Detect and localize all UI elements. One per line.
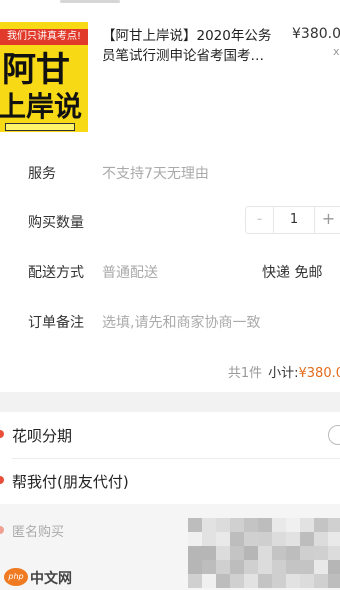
top-strip	[0, 0, 340, 8]
mosaic-tile	[216, 574, 230, 588]
mosaic-tile	[300, 546, 314, 560]
mosaic-tile	[286, 532, 300, 546]
payment-option-huabei[interactable]: 花呗分期	[0, 412, 340, 458]
mosaic-tile	[230, 546, 244, 560]
mosaic-tile	[314, 518, 328, 532]
note-input[interactable]: 选填,请先和商家协商一致	[102, 312, 260, 332]
payment-option-label: 帮我付(朋友代付)	[12, 473, 129, 491]
quantity-stepper[interactable]: - 1 +	[245, 206, 340, 234]
mosaic-tile	[202, 560, 216, 574]
payment-option-friend-pay[interactable]: 帮我付(朋友代付)	[0, 458, 340, 504]
radio-button[interactable]	[328, 425, 340, 445]
cover-line-1: 阿甘	[2, 50, 70, 90]
mosaic-tile	[300, 560, 314, 574]
mosaic-tile	[300, 532, 314, 546]
service-label: 服务	[28, 166, 56, 182]
blurred-mosaic-region	[188, 518, 340, 590]
subtotal-amount: ¥380.0	[298, 366, 340, 381]
mosaic-tile	[286, 518, 300, 532]
bullet-icon	[0, 526, 4, 534]
mosaic-tile	[314, 574, 328, 588]
mosaic-tile	[328, 574, 340, 588]
product-price: ¥380.0	[292, 26, 340, 42]
mosaic-tile	[244, 532, 258, 546]
mosaic-tile	[328, 518, 340, 532]
php-logo-icon: php	[4, 568, 28, 586]
order-card: 我们只讲真考点! 阿甘 上岸说 【阿甘上岸说】2020年公务员笔试行测申论省考国…	[0, 0, 340, 392]
mosaic-tile	[216, 518, 230, 532]
mosaic-tile	[300, 518, 314, 532]
subtotal-label: 小计:	[268, 366, 299, 381]
mosaic-tile	[202, 546, 216, 560]
mosaic-tile	[272, 546, 286, 560]
mosaic-tile	[272, 518, 286, 532]
mosaic-tile	[286, 546, 300, 560]
mosaic-tile	[272, 574, 286, 588]
payment-options: 花呗分期 帮我付(朋友代付)	[0, 412, 340, 504]
mosaic-tile	[216, 560, 230, 574]
quantity-minus-button[interactable]: -	[246, 207, 274, 233]
mosaic-tile	[188, 560, 202, 574]
order-summary: 共1件 小计:¥380.0	[228, 362, 340, 381]
mosaic-tile	[230, 560, 244, 574]
mosaic-tile	[188, 574, 202, 588]
mosaic-tile	[244, 574, 258, 588]
mosaic-tile	[258, 560, 272, 574]
mosaic-tile	[258, 532, 272, 546]
mosaic-tile	[230, 574, 244, 588]
quantity-plus-button[interactable]: +	[314, 207, 340, 233]
payment-option-label: 花呗分期	[12, 427, 73, 445]
shipping-fee: 快递 免邮	[262, 265, 323, 281]
cover-banner: 我们只讲真考点!	[0, 29, 88, 45]
note-label: 订单备注	[28, 315, 84, 331]
bullet-icon	[0, 476, 4, 484]
cover-line-2: 上岸说	[0, 90, 83, 123]
mosaic-tile	[272, 532, 286, 546]
product-cover-image[interactable]: 我们只讲真考点! 阿甘 上岸说	[0, 22, 88, 132]
mosaic-tile	[328, 560, 340, 574]
mosaic-tile	[202, 574, 216, 588]
mosaic-tile	[300, 574, 314, 588]
delivery-method[interactable]: 普通配送	[102, 262, 158, 282]
mosaic-tile	[286, 574, 300, 588]
mosaic-tile	[314, 546, 328, 560]
mosaic-tile	[244, 518, 258, 532]
mosaic-tile	[328, 546, 340, 560]
mosaic-tile	[258, 574, 272, 588]
quantity-value[interactable]: 1	[274, 207, 314, 233]
mosaic-tile	[216, 532, 230, 546]
anonymous-purchase-label: 匿名购买	[12, 525, 65, 540]
watermark-text: 中文网	[30, 571, 72, 587]
mosaic-tile	[230, 518, 244, 532]
mosaic-tile	[286, 560, 300, 574]
mosaic-tile	[258, 518, 272, 532]
quantity-label: 购买数量	[28, 215, 84, 231]
mosaic-tile	[230, 532, 244, 546]
mosaic-tile	[202, 518, 216, 532]
mosaic-tile	[244, 560, 258, 574]
mosaic-tile	[188, 518, 202, 532]
mosaic-tile	[314, 560, 328, 574]
mosaic-tile	[272, 560, 286, 574]
product-qty-prefix: x	[333, 45, 340, 58]
mosaic-tile	[328, 532, 340, 546]
mosaic-tile	[202, 532, 216, 546]
item-count: 共1件	[227, 366, 263, 381]
bullet-icon	[0, 430, 4, 438]
delivery-label: 配送方式	[28, 265, 84, 281]
service-value: 不支持7天无理由	[102, 166, 209, 182]
mosaic-tile	[244, 546, 258, 560]
cover-subtitle-box	[5, 123, 75, 131]
mosaic-tile	[188, 532, 202, 546]
mosaic-tile	[258, 546, 272, 560]
mosaic-tile	[216, 546, 230, 560]
mosaic-tile	[188, 546, 202, 560]
mosaic-tile	[314, 532, 328, 546]
product-title[interactable]: 【阿甘上岸说】2020年公务员笔试行测申论省考国考…	[102, 26, 282, 66]
